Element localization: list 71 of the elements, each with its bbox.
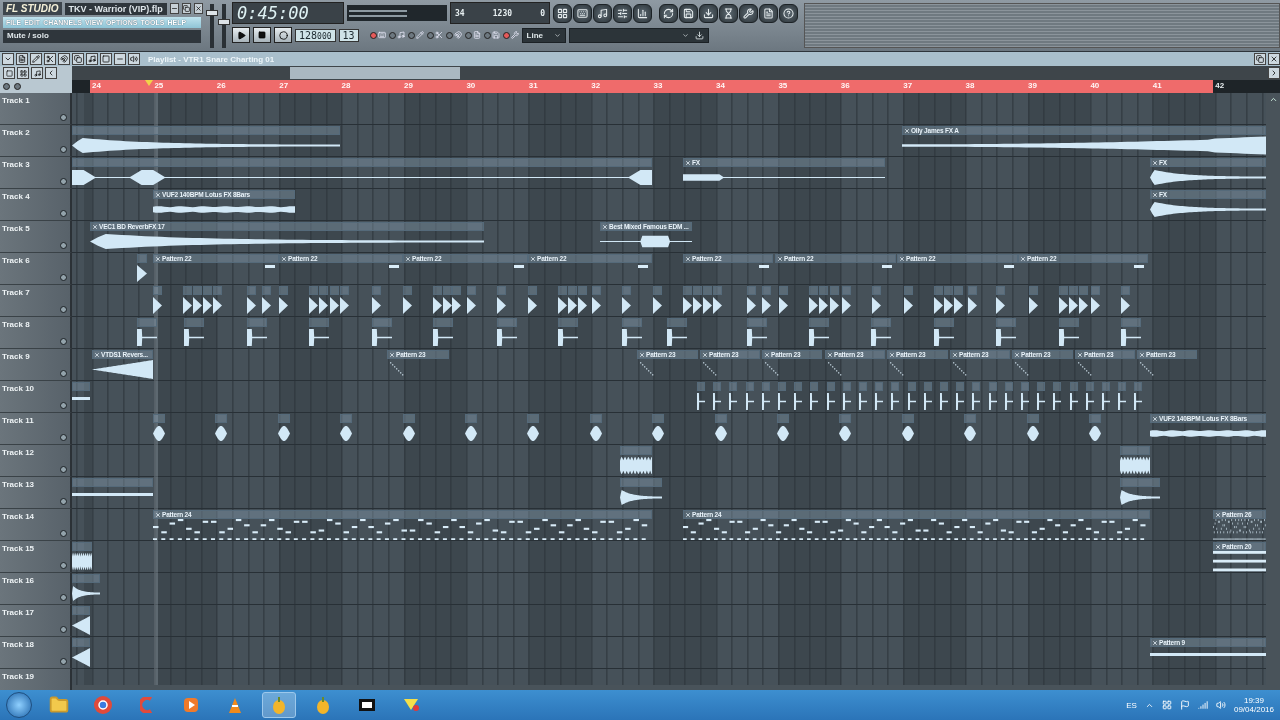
track-header[interactable]: Track 13 xyxy=(0,477,72,509)
bar-number: 36 xyxy=(840,81,850,90)
track-header[interactable]: Track 9 xyxy=(0,349,72,381)
bar-number: 37 xyxy=(903,81,913,90)
bar-number: 28 xyxy=(341,81,351,90)
track-header[interactable]: Track 6 xyxy=(0,253,72,285)
bar-number: 29 xyxy=(404,81,413,90)
track-header[interactable]: Track 10 xyxy=(0,381,72,413)
playlist-title: Playlist - VTR1 Snare Charting 01 xyxy=(148,54,275,64)
bar-number: 33 xyxy=(653,81,663,90)
pattern-display[interactable]: 13 xyxy=(338,28,359,42)
language-indicator[interactable]: ES xyxy=(1126,700,1137,710)
track-name: Track 6 xyxy=(2,256,30,265)
bar-number: 26 xyxy=(216,81,226,90)
track-header[interactable]: Track 15 xyxy=(0,541,72,573)
track-header[interactable]: Track 8 xyxy=(0,317,72,349)
track-header[interactable]: Track 5 xyxy=(0,221,72,253)
clock-date[interactable]: 09/04/2016 xyxy=(1233,705,1274,714)
tempo-display[interactable]: 128000 xyxy=(295,28,336,42)
track-name: Track 9 xyxy=(2,352,30,361)
track-name: Track 10 xyxy=(2,384,35,393)
track-name: Track 3 xyxy=(2,160,30,169)
track-header[interactable]: Track 17 xyxy=(0,605,72,637)
track-header[interactable]: Track 3 xyxy=(0,157,72,189)
app-logo: FL STUDIO xyxy=(3,2,62,15)
bar-number: 24 xyxy=(92,81,101,90)
track-name: Track 4 xyxy=(2,192,30,201)
track-name: Track 12 xyxy=(2,448,35,457)
polyphony-reading: 0 xyxy=(540,8,545,18)
track-name: Track 15 xyxy=(2,544,35,553)
track-header[interactable]: Track 14 xyxy=(0,509,72,541)
track-header[interactable]: Track 2 xyxy=(0,125,72,157)
track-name: Track 18 xyxy=(2,640,35,649)
track-name: Track 19 xyxy=(2,672,35,681)
track-name: Track 14 xyxy=(2,512,35,521)
track-header[interactable]: Track 11 xyxy=(0,413,72,445)
track-name: Track 7 xyxy=(2,288,30,297)
cpu-reading: 34 xyxy=(455,8,465,18)
bar-number: 34 xyxy=(716,81,725,90)
track-header[interactable]: Track 4 xyxy=(0,189,72,221)
track-name: Track 16 xyxy=(2,576,35,585)
track-header[interactable]: Track 16 xyxy=(0,573,72,605)
bar-number: 31 xyxy=(528,81,538,90)
clock-time[interactable]: 19:39 xyxy=(1243,696,1264,705)
bar-number: 25 xyxy=(154,81,164,90)
bar-number: 32 xyxy=(591,81,601,90)
hint-bar: Mute / solo xyxy=(3,30,201,43)
track-name: Track 17 xyxy=(2,608,35,617)
track-name: Track 8 xyxy=(2,320,30,329)
track-name: Track 5 xyxy=(2,224,30,233)
track-name: Track 11 xyxy=(2,416,34,425)
track-header[interactable]: Track 1 xyxy=(0,93,72,125)
bar-number: 42 xyxy=(1215,81,1225,90)
track-name: Track 2 xyxy=(2,128,30,137)
bar-number: 27 xyxy=(279,81,289,90)
bar-number: 40 xyxy=(1090,81,1100,90)
snap-dropdown[interactable]: Line xyxy=(521,27,566,43)
bar-number: 41 xyxy=(1152,81,1162,90)
track-header[interactable]: Track 18 xyxy=(0,637,72,669)
track-header[interactable]: Track 19 xyxy=(0,669,72,690)
bar-number: 30 xyxy=(466,81,476,90)
time-display: 0:45:00 xyxy=(232,2,344,24)
track-header[interactable]: Track 12 xyxy=(0,445,72,477)
bar-number: 35 xyxy=(778,81,788,90)
bar-number: 39 xyxy=(1028,81,1037,90)
track-name: Track 1 xyxy=(2,96,30,105)
bar-number: 38 xyxy=(965,81,975,90)
track-header[interactable]: Track 7 xyxy=(0,285,72,317)
project-name: TKV - Warrior (VIP).flp xyxy=(64,2,167,15)
track-name: Track 13 xyxy=(2,480,35,489)
memory-reading: 1230 xyxy=(492,8,513,18)
